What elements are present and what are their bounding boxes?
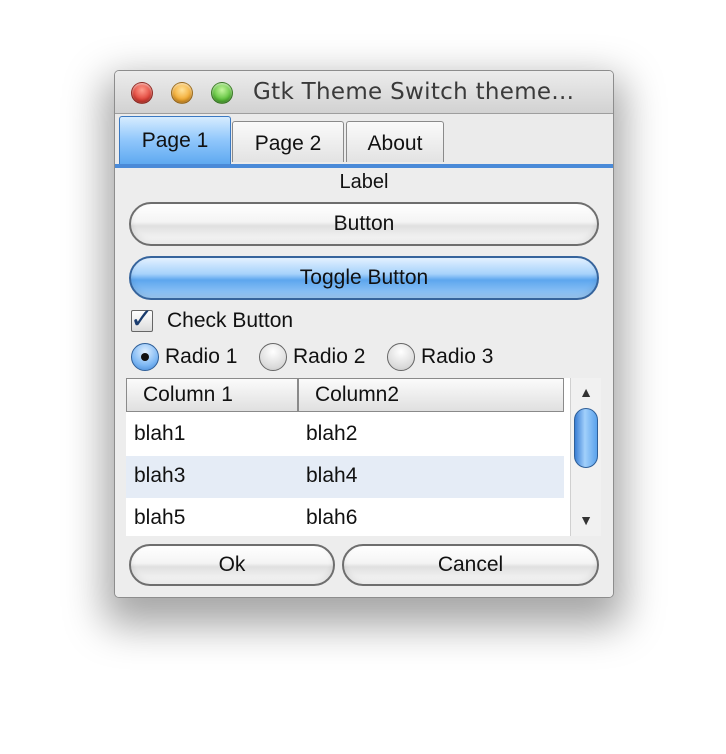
table-row[interactable]: blah5 blah6 bbox=[126, 498, 564, 536]
ok-button[interactable]: Ok bbox=[129, 544, 335, 586]
radio-unselected-icon[interactable] bbox=[387, 343, 415, 371]
table-cell: blah4 bbox=[306, 464, 358, 487]
vertical-scrollbar[interactable]: ▲ ▼ bbox=[570, 378, 601, 536]
cancel-button[interactable]: Cancel bbox=[342, 544, 599, 586]
tab-about[interactable]: About bbox=[346, 121, 444, 162]
minimize-window-icon[interactable] bbox=[171, 82, 193, 104]
checkbox[interactable]: ✓ bbox=[130, 303, 153, 334]
scroll-up-arrow-icon[interactable]: ▲ bbox=[571, 380, 601, 404]
table-cell: blah6 bbox=[306, 506, 358, 529]
checkmark-icon: ✓ bbox=[130, 303, 154, 334]
title-bar[interactable]: Gtk Theme Switch theme... bbox=[115, 71, 613, 114]
radio-2-label: Radio 2 bbox=[293, 345, 366, 368]
tree-view[interactable]: Column 1 Column2 blah1 blah2 blah3 blah4… bbox=[126, 378, 601, 536]
column-header-2[interactable]: Column2 bbox=[298, 378, 564, 412]
table-row[interactable]: blah1 blah2 bbox=[126, 414, 564, 456]
table-cell: blah2 bbox=[306, 422, 358, 445]
table-cell: blah3 bbox=[134, 464, 186, 487]
zoom-window-icon[interactable] bbox=[211, 82, 233, 104]
close-window-icon[interactable] bbox=[131, 82, 153, 104]
tab-page-1[interactable]: Page 1 bbox=[119, 116, 231, 164]
tab-page-2[interactable]: Page 2 bbox=[232, 121, 344, 162]
window-title: Gtk Theme Switch theme... bbox=[253, 79, 575, 105]
toggle-button[interactable]: Toggle Button bbox=[129, 256, 599, 300]
radio-3-label: Radio 3 bbox=[421, 345, 494, 368]
button[interactable]: Button bbox=[129, 202, 599, 246]
app-window: Gtk Theme Switch theme... Page 1 Page 2 … bbox=[114, 70, 614, 598]
table-row[interactable]: blah3 blah4 bbox=[126, 456, 564, 498]
label-text: Label bbox=[339, 171, 389, 193]
check-button-label: Check Button bbox=[167, 309, 294, 332]
radio-unselected-icon[interactable] bbox=[259, 343, 287, 371]
column-header-1[interactable]: Column 1 bbox=[126, 378, 298, 412]
page-1-content: Label Button Toggle Button ✓ Check Butto… bbox=[115, 168, 613, 597]
radio-1-label: Radio 1 bbox=[165, 345, 238, 368]
radio-selected-icon[interactable] bbox=[131, 343, 159, 371]
table-cell: blah5 bbox=[134, 506, 186, 529]
scroll-down-arrow-icon[interactable]: ▼ bbox=[571, 508, 601, 532]
scrollbar-thumb[interactable] bbox=[574, 408, 598, 468]
table-cell: blah1 bbox=[134, 422, 186, 445]
